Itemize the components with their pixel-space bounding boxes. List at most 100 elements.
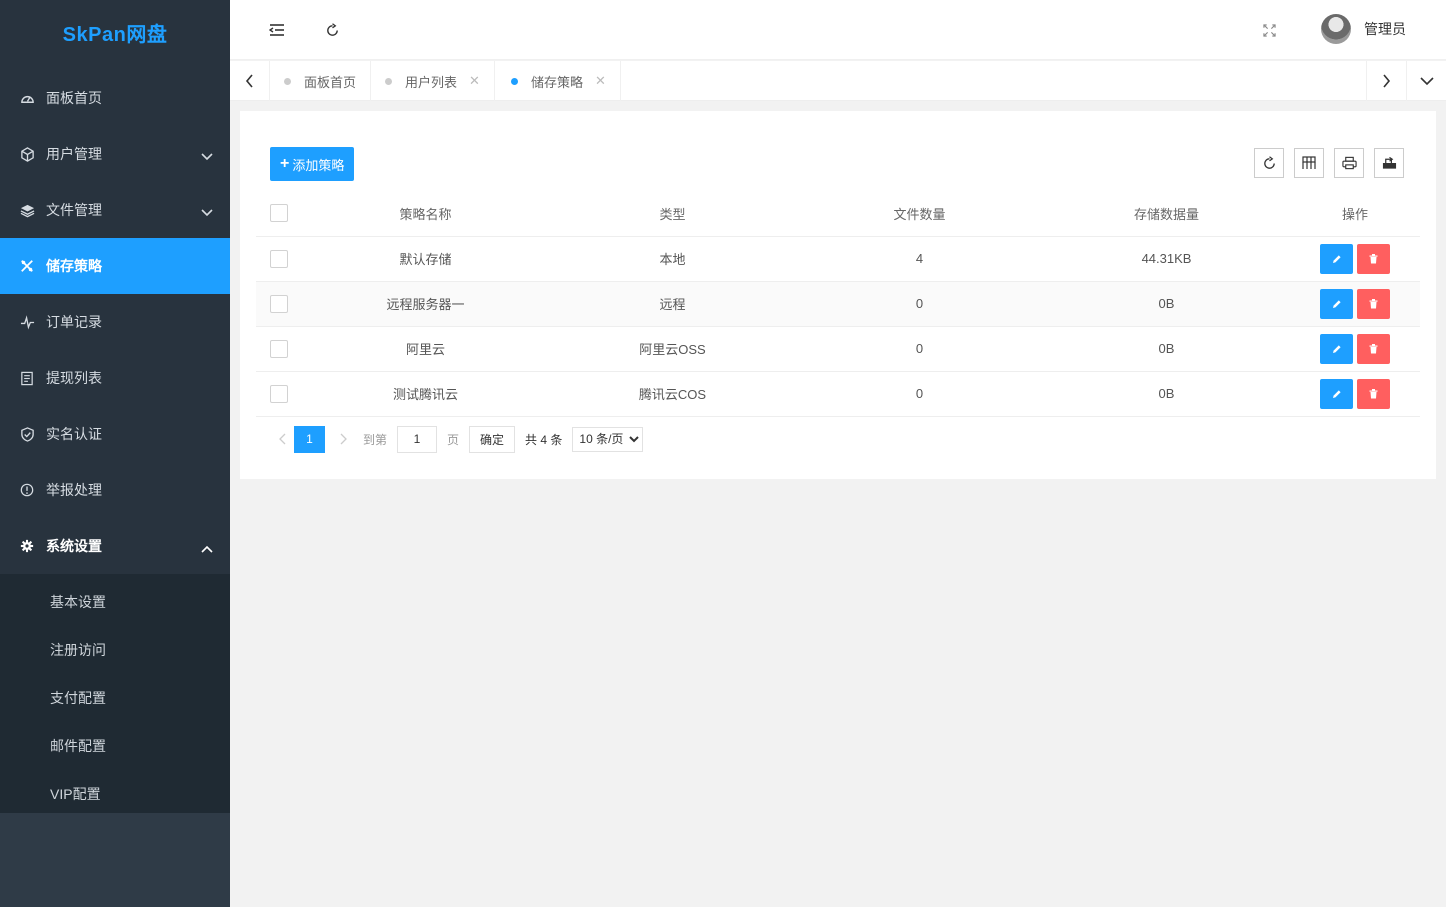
table-row: 阿里云 阿里云OSS 0 0B [256,326,1420,372]
chevron-down-icon [201,148,213,164]
submenu-item-payment[interactable]: 支付配置 [0,674,230,722]
cell-size: 0B [1043,281,1290,327]
cell-size: 0B [1043,371,1290,417]
next-page-icon[interactable] [331,425,355,453]
table-refresh-button[interactable] [1254,148,1284,178]
tab-dashboard[interactable]: 面板首页 [270,61,372,101]
sidebar-item-verify[interactable]: 实名认证 [0,406,230,462]
delete-button[interactable] [1357,378,1390,409]
goto-confirm-button[interactable]: 确定 [469,425,516,453]
tab-list: 面板首页 用户列表 ✕ 储存策略 ✕ [270,61,621,101]
settings-submenu: 基本设置 注册访问 支付配置 邮件配置 VIP配置 [0,574,230,822]
info-icon [19,482,35,498]
columns-icon [1302,156,1316,169]
dashboard-icon [19,90,35,106]
cell-count: 4 [796,236,1043,282]
delete-button[interactable] [1357,333,1390,364]
goto-page-input[interactable] [397,425,438,453]
cell-size: 0B [1043,326,1290,372]
sidebar-item-users[interactable]: 用户管理 [0,126,230,182]
sidebar-item-storage[interactable]: 储存策略 [0,238,230,294]
sidebar: SkPan网盘 面板首页 用户管理 文件管理 储存策略 订单记录 提现列表 实名… [0,0,230,907]
tabs-scroll-left-icon[interactable] [230,61,270,101]
sidebar-item-label: 储存策略 [46,258,102,274]
columns-filter-button[interactable] [1294,148,1324,178]
select-all-checkbox[interactable] [270,204,288,223]
sidebar-item-reports[interactable]: 举报处理 [0,462,230,518]
row-checkbox[interactable] [270,339,288,358]
top-header: 管理员 [230,0,1446,60]
strategy-icon [19,258,35,274]
app-logo[interactable]: SkPan网盘 [0,0,230,70]
page-size-select[interactable]: 10 条/页 [572,426,644,452]
cell-name: 阿里云 [302,326,549,372]
menu-toggle-icon[interactable] [265,18,289,42]
tab-user-list[interactable]: 用户列表 ✕ [371,61,495,101]
pencil-icon [1332,254,1341,263]
prev-page-icon[interactable] [270,425,294,453]
tab-storage-strategy[interactable]: 储存策略 ✕ [495,61,621,101]
user-name: 管理员 [1364,21,1406,37]
row-checkbox[interactable] [270,249,288,268]
page-unit-label: 页 [447,432,460,447]
column-header-name: 策略名称 [302,191,549,237]
sidebar-item-settings[interactable]: 系统设置 [0,518,230,574]
tab-label: 储存策略 [530,74,583,90]
sidebar-item-dashboard[interactable]: 面板首页 [0,70,230,126]
cell-count: 0 [796,326,1043,372]
pencil-icon [1332,389,1341,398]
sidebar-item-files[interactable]: 文件管理 [0,182,230,238]
user-menu[interactable]: 管理员 [1321,14,1406,44]
tabs-menu-chevron-down-icon[interactable] [1406,61,1446,101]
sidebar-item-orders[interactable]: 订单记录 [0,294,230,350]
print-button[interactable] [1334,148,1364,178]
strategy-card: + 添加策略 策略名称 类型 文件数量 存储数据量 操作 默认存储 本地 4 4… [240,111,1436,479]
close-icon[interactable]: ✕ [469,73,480,89]
cell-actions [1290,236,1420,282]
pagination: 1 到第 页 确定 共 4 条 10 条/页 [270,425,644,453]
submenu-item-basic[interactable]: 基本设置 [0,578,230,626]
sidebar-item-label: 文件管理 [46,202,102,218]
row-checkbox[interactable] [270,384,288,403]
pulse-icon [19,314,35,330]
tab-label: 用户列表 [405,74,458,90]
tabs-scroll-right-icon[interactable] [1366,61,1406,101]
list-icon [19,370,35,386]
cell-actions [1290,371,1420,417]
cell-name: 测试腾讯云 [302,371,549,417]
submenu-item-mail[interactable]: 邮件配置 [0,722,230,770]
tab-dot [510,77,518,85]
trash-icon [1369,298,1378,308]
export-button[interactable] [1374,148,1404,178]
column-header-count: 文件数量 [796,191,1043,237]
tab-dot [385,77,393,85]
trash-icon [1369,253,1378,263]
refresh-icon[interactable] [320,18,344,42]
add-strategy-button[interactable]: + 添加策略 [270,147,355,181]
edit-button[interactable] [1320,333,1353,364]
submenu-item-register[interactable]: 注册访问 [0,626,230,674]
fullscreen-icon[interactable] [1257,18,1281,42]
edit-button[interactable] [1320,288,1353,319]
sidebar-item-label: 面板首页 [46,90,102,106]
delete-button[interactable] [1357,243,1390,274]
sidebar-item-label: 举报处理 [46,482,102,498]
trash-icon [1369,388,1378,398]
sidebar-item-label: 提现列表 [46,370,102,386]
column-header-actions: 操作 [1290,191,1420,237]
tab-dot [284,77,291,85]
edit-button[interactable] [1320,378,1353,409]
refresh-icon [1263,155,1275,169]
goto-label: 到第 [363,432,388,447]
submenu-item-vip[interactable]: VIP配置 [0,770,230,818]
page-tabs: 面板首页 用户列表 ✕ 储存策略 ✕ [230,61,1446,101]
page-current[interactable]: 1 [294,425,325,453]
row-checkbox-cell [256,281,302,327]
row-checkbox[interactable] [270,294,288,313]
sidebar-item-label: 实名认证 [46,426,102,442]
edit-button[interactable] [1320,243,1353,274]
export-icon [1382,156,1396,169]
close-icon[interactable]: ✕ [595,73,606,89]
sidebar-item-withdraw[interactable]: 提现列表 [0,350,230,406]
delete-button[interactable] [1357,288,1390,319]
